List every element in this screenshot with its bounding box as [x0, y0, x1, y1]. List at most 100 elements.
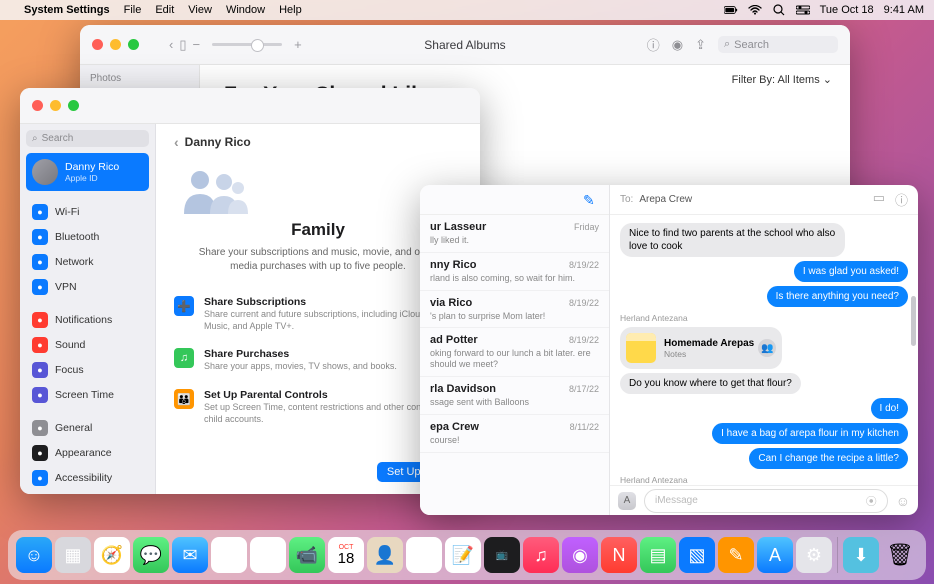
- dock-downloads[interactable]: ⬇: [843, 537, 879, 573]
- dock-app-facetime[interactable]: 📹: [289, 537, 325, 573]
- zoom-out-icon[interactable]: −: [193, 37, 201, 52]
- conversation-list-item[interactable]: rla Davidson8/17/22ssage sent with Ballo…: [420, 377, 609, 415]
- battery-icon[interactable]: [724, 3, 738, 17]
- close-button[interactable]: [92, 39, 103, 50]
- control-center-icon[interactable]: [796, 3, 810, 17]
- message-bubble-in[interactable]: Nice to find two parents at the school w…: [620, 223, 845, 257]
- back-icon[interactable]: ‹: [169, 37, 173, 52]
- sidebar-item-label: Bluetooth: [55, 231, 99, 243]
- family-title: Family: [174, 220, 462, 240]
- scrollbar[interactable]: [911, 215, 916, 485]
- message-bubble-out[interactable]: I was glad you asked!: [794, 261, 908, 282]
- sidebar-item-bluetooth[interactable]: ●Bluetooth: [26, 225, 149, 249]
- dock-app-safari[interactable]: 🧭: [94, 537, 130, 573]
- conversation-list-item[interactable]: ur LasseurFridaylly liked it.: [420, 215, 609, 253]
- dock-app-news[interactable]: N: [601, 537, 637, 573]
- sidebar-item-control-center[interactable]: ●Control Center: [26, 491, 149, 494]
- settings-search[interactable]: ⌕ Search: [26, 130, 149, 147]
- message-bubble-out[interactable]: I have a bag of arepa flour in my kitche…: [712, 423, 908, 444]
- sidebar-item-network[interactable]: ●Network: [26, 250, 149, 274]
- zoom-slider[interactable]: [212, 43, 282, 46]
- sidebar-item-icon: ●: [32, 362, 48, 378]
- dock-app-mail[interactable]: ✉: [172, 537, 208, 573]
- dock-app-pages[interactable]: ✎: [718, 537, 754, 573]
- info-icon[interactable]: ⓘ: [895, 190, 908, 209]
- conversation-list-item[interactable]: epa Crew8/11/22course!: [420, 415, 609, 453]
- dock-app-numbers[interactable]: ▤: [640, 537, 676, 573]
- message-input-row: A iMessage ⦿ ☺: [610, 485, 918, 515]
- dock-app-music[interactable]: ♫: [523, 537, 559, 573]
- sidebar-item-screen-time[interactable]: ●Screen Time: [26, 383, 149, 407]
- dock-app-reminders[interactable]: ☰: [406, 537, 442, 573]
- dock-app-launchpad[interactable]: ▦: [55, 537, 91, 573]
- search-icon: ⌕: [724, 38, 730, 51]
- message-bubble-out[interactable]: I do!: [871, 398, 908, 419]
- menu-file[interactable]: File: [124, 4, 142, 16]
- sidebar-item-accessibility[interactable]: ●Accessibility: [26, 466, 149, 490]
- dock-app-calendar[interactable]: OCT18: [328, 537, 364, 573]
- menubar-date[interactable]: Tue Oct 18: [820, 4, 874, 16]
- app-menu[interactable]: System Settings: [24, 4, 110, 16]
- dock-app-tv[interactable]: 📺: [484, 537, 520, 573]
- zoom-in-icon[interactable]: +: [294, 37, 302, 52]
- info-icon[interactable]: ⓘ: [647, 35, 660, 54]
- sidebar-item-notifications[interactable]: ●Notifications: [26, 308, 149, 332]
- dock-trash[interactable]: 🗑: [882, 537, 918, 573]
- filter-control[interactable]: Filter By: All Items ⌄: [732, 73, 832, 86]
- message-bubble-out[interactable]: Is there anything you need?: [767, 286, 908, 307]
- dock-app-contacts[interactable]: 👤: [367, 537, 403, 573]
- sidebar-toggle-icon[interactable]: ▯: [179, 37, 186, 53]
- dictate-icon[interactable]: ⦿: [866, 493, 877, 509]
- dock-app-notes[interactable]: 📝: [445, 537, 481, 573]
- attachment-bubble[interactable]: Homemade ArepasNotes👥: [620, 327, 782, 369]
- dock-app-appstore[interactable]: A: [757, 537, 793, 573]
- dock-app-maps[interactable]: 🗺: [211, 537, 247, 573]
- minimize-button[interactable]: [50, 100, 61, 111]
- message-bubble-out[interactable]: Can I change the recipe a little?: [749, 448, 908, 469]
- message-bubble-in[interactable]: Do you know where to get that flour?: [620, 373, 801, 394]
- wifi-icon[interactable]: [748, 3, 762, 17]
- sidebar-item-wi-fi[interactable]: ●Wi-Fi: [26, 200, 149, 224]
- to-label: To:: [620, 194, 633, 205]
- conversation-name: epa Crew: [430, 421, 479, 433]
- zoom-button[interactable]: [128, 39, 139, 50]
- sender-label: Herland Antezana: [620, 475, 688, 485]
- apps-icon[interactable]: A: [618, 492, 636, 510]
- family-description: Share your subscriptions and music, movi…: [174, 246, 462, 274]
- back-icon[interactable]: ‹: [174, 134, 179, 150]
- share-icon[interactable]: ⇪: [695, 37, 706, 53]
- menu-view[interactable]: View: [188, 4, 212, 16]
- dock-app-photos[interactable]: ✿: [250, 537, 286, 573]
- dock-app-finder[interactable]: ☺: [16, 537, 52, 573]
- people-icon[interactable]: ◉: [672, 37, 683, 53]
- menu-edit[interactable]: Edit: [155, 4, 174, 16]
- message-input[interactable]: iMessage ⦿: [644, 489, 888, 513]
- sidebar-item-general[interactable]: ●General: [26, 416, 149, 440]
- share-attachment-icon[interactable]: 👥: [758, 339, 776, 357]
- sidebar-item-appearance[interactable]: ●Appearance: [26, 441, 149, 465]
- conversation-list-item[interactable]: via Rico8/19/22's plan to surprise Mom l…: [420, 291, 609, 329]
- sidebar-item-account[interactable]: Danny Rico Apple ID: [26, 153, 149, 191]
- dock-app-podcasts[interactable]: ◉: [562, 537, 598, 573]
- conversation-name: rla Davidson: [430, 383, 496, 395]
- dock-app-settings[interactable]: ⚙: [796, 537, 832, 573]
- conversation-list-item[interactable]: nny Rico8/19/22rland is also coming, so …: [420, 253, 609, 291]
- sidebar-item-focus[interactable]: ●Focus: [26, 358, 149, 382]
- menubar-time[interactable]: 9:41 AM: [884, 4, 924, 16]
- sidebar-item-vpn[interactable]: ●VPN: [26, 275, 149, 299]
- emoji-icon[interactable]: ☺: [896, 493, 910, 509]
- conversation-list-item[interactable]: ad Potter8/19/22oking forward to our lun…: [420, 328, 609, 377]
- compose-icon[interactable]: ✎: [583, 192, 599, 208]
- video-call-icon[interactable]: ▭: [873, 190, 885, 209]
- close-button[interactable]: [32, 100, 43, 111]
- dock-app-messages[interactable]: 💬: [133, 537, 169, 573]
- photos-search[interactable]: ⌕ Search: [718, 36, 838, 53]
- dock-app-keynote[interactable]: ▧: [679, 537, 715, 573]
- menu-window[interactable]: Window: [226, 4, 265, 16]
- sidebar-item-sound[interactable]: ●Sound: [26, 333, 149, 357]
- search-icon[interactable]: [772, 3, 786, 17]
- zoom-button[interactable]: [68, 100, 79, 111]
- menu-help[interactable]: Help: [279, 4, 302, 16]
- message-stream[interactable]: Nice to find two parents at the school w…: [610, 215, 918, 485]
- minimize-button[interactable]: [110, 39, 121, 50]
